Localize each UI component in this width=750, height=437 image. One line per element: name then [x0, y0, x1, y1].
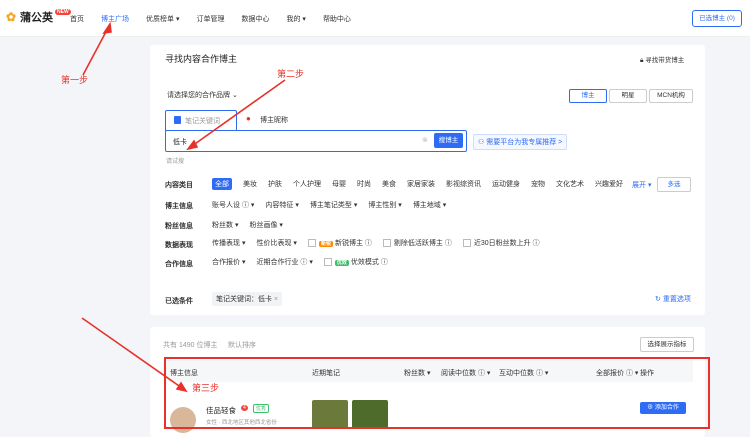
arrow-step3 — [81, 317, 183, 389]
annotation-step1: 第一步 — [61, 75, 89, 85]
arrow-step1 — [82, 27, 109, 76]
arrowhead-step2 — [186, 139, 199, 151]
annotation-arrows — [81, 21, 286, 393]
annotation-step2: 第二步 — [277, 69, 305, 79]
arrowhead-step1 — [102, 21, 112, 35]
arrow-step2 — [191, 79, 286, 147]
arrowhead-step3 — [175, 381, 188, 393]
annotation-step3: 第三步 — [192, 383, 220, 393]
